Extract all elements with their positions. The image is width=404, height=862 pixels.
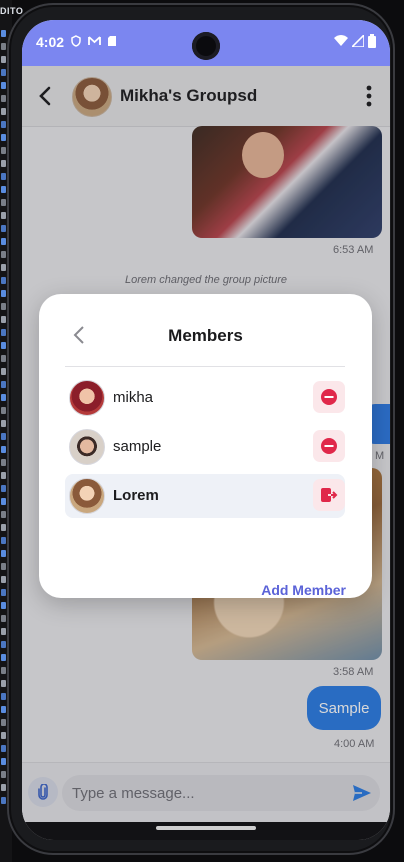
editor-line-marker xyxy=(1,654,6,661)
editor-line-marker xyxy=(1,316,6,323)
editor-line-marker xyxy=(1,537,6,544)
add-member-button[interactable]: Add Member xyxy=(261,582,346,598)
editor-line-marker xyxy=(1,277,6,284)
phone-screen: 4:02 Mikha's Groupsd 6:53 AM Lorem chang… xyxy=(22,20,390,840)
editor-line-marker xyxy=(1,342,6,349)
editor-line-marker xyxy=(1,511,6,518)
editor-line-marker xyxy=(1,134,6,141)
editor-line-marker xyxy=(1,264,6,271)
signal-icon xyxy=(352,35,364,47)
battery-icon xyxy=(368,34,376,48)
editor-line-marker xyxy=(1,433,6,440)
member-avatar xyxy=(69,380,105,416)
editor-line-marker xyxy=(1,784,6,791)
editor-line-marker xyxy=(1,173,6,180)
editor-line-marker xyxy=(1,420,6,427)
editor-line-marker xyxy=(1,251,6,258)
editor-line-marker xyxy=(1,147,6,154)
member-avatar xyxy=(69,478,105,514)
wifi-icon xyxy=(334,35,348,46)
editor-line-marker xyxy=(1,498,6,505)
editor-line-marker xyxy=(1,329,6,336)
editor-line-marker xyxy=(1,719,6,726)
editor-line-marker xyxy=(1,381,6,388)
member-row[interactable]: mikha xyxy=(65,376,345,420)
editor-line-marker xyxy=(1,368,6,375)
editor-line-marker xyxy=(1,290,6,297)
member-row-current-user[interactable]: Lorem xyxy=(65,474,345,518)
editor-line-marker xyxy=(1,303,6,310)
editor-line-marker xyxy=(1,108,6,115)
member-name: Lorem xyxy=(113,487,159,504)
editor-line-marker xyxy=(1,797,6,804)
editor-line-marker xyxy=(1,459,6,466)
editor-line-marker xyxy=(1,394,6,401)
editor-line-marker xyxy=(1,82,6,89)
member-avatar xyxy=(69,429,105,465)
editor-line-marker xyxy=(1,693,6,700)
remove-member-button[interactable] xyxy=(313,430,345,462)
editor-line-marker xyxy=(1,563,6,570)
editor-line-marker xyxy=(1,407,6,414)
member-name: mikha xyxy=(113,389,154,406)
status-right-icons xyxy=(334,34,376,48)
dialog-title: Members xyxy=(168,326,243,345)
editor-line-marker xyxy=(1,225,6,232)
editor-line-marker xyxy=(1,732,6,739)
editor-line-marker xyxy=(1,485,6,492)
remove-circle-icon xyxy=(321,389,337,405)
remove-member-button[interactable] xyxy=(313,381,345,413)
leave-group-button[interactable] xyxy=(313,479,345,511)
member-name: sample xyxy=(113,438,162,455)
editor-line-marker xyxy=(1,680,6,687)
sd-card-icon xyxy=(108,36,116,46)
editor-line-marker xyxy=(1,615,6,622)
editor-line-marker xyxy=(1,667,6,674)
editor-line-marker xyxy=(1,758,6,765)
status-bar: 4:02 xyxy=(22,20,390,66)
editor-line-marker xyxy=(1,576,6,583)
editor-line-marker xyxy=(1,212,6,219)
editor-line-marker xyxy=(1,524,6,531)
editor-line-marker xyxy=(1,69,6,76)
editor-line-marker xyxy=(1,550,6,557)
front-camera xyxy=(192,32,220,60)
gmail-icon xyxy=(88,36,101,45)
editor-label: DITO xyxy=(0,6,24,16)
members-dialog: Members mikha sample Lorem Add Member xyxy=(39,294,372,598)
status-left-icons xyxy=(70,35,117,47)
exit-icon xyxy=(321,488,338,502)
editor-line-marker xyxy=(1,43,6,50)
editor-line-marker xyxy=(1,472,6,479)
status-time: 4:02 xyxy=(36,34,65,50)
editor-line-marker xyxy=(1,641,6,648)
editor-line-marker xyxy=(1,628,6,635)
editor-line-marker xyxy=(1,706,6,713)
editor-line-marker xyxy=(1,186,6,193)
editor-line-marker xyxy=(1,160,6,167)
editor-line-marker xyxy=(1,238,6,245)
shield-icon xyxy=(71,35,81,47)
remove-circle-icon xyxy=(321,438,337,454)
dialog-divider xyxy=(65,366,345,367)
editor-line-marker xyxy=(1,121,6,128)
editor-line-marker xyxy=(1,95,6,102)
editor-line-marker xyxy=(1,355,6,362)
editor-line-marker xyxy=(1,30,6,37)
editor-line-marker xyxy=(1,602,6,609)
editor-line-marker xyxy=(1,589,6,596)
member-row[interactable]: sample xyxy=(65,425,345,469)
editor-line-marker xyxy=(1,745,6,752)
editor-line-marker xyxy=(1,199,6,206)
editor-line-marker xyxy=(1,771,6,778)
editor-line-marker xyxy=(1,56,6,63)
editor-line-marker xyxy=(1,446,6,453)
